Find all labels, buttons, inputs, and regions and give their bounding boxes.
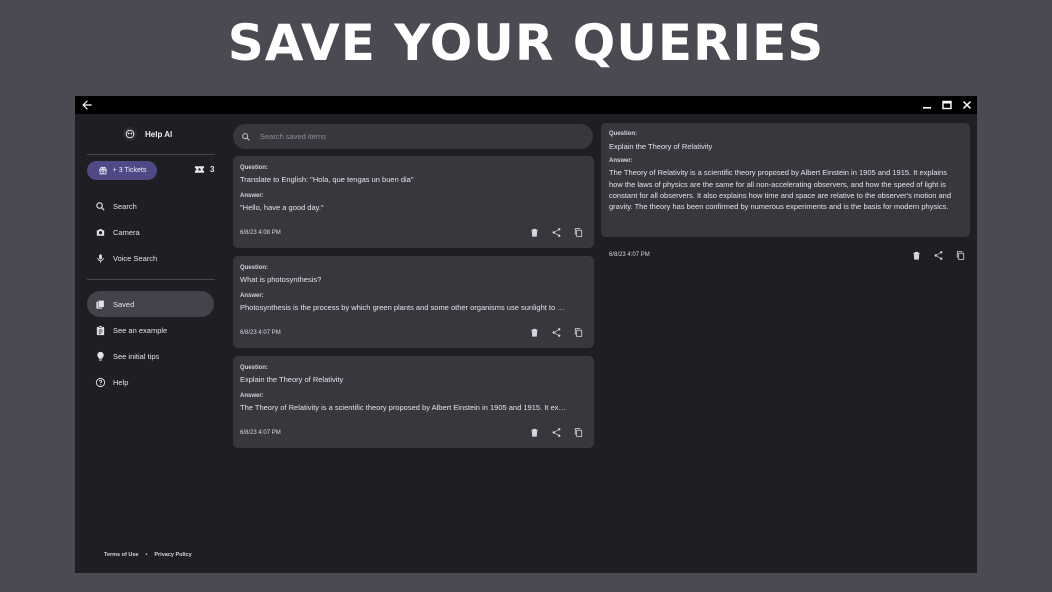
sidebar-item-see-example[interactable]: See an example	[87, 317, 214, 343]
sidebar-item-initial-tips[interactable]: See initial tips	[87, 343, 214, 369]
sidebar-item-camera[interactable]: Camera	[87, 219, 214, 245]
maximize-icon[interactable]	[941, 99, 953, 111]
query-detail-panel: Question: Explain the Theory of Relativi…	[601, 123, 970, 237]
search-bar[interactable]	[233, 124, 593, 149]
sidebar-item-label: Camera	[113, 227, 140, 237]
app-brand: Help AI	[123, 127, 172, 141]
gift-icon	[98, 166, 107, 174]
copy-icon[interactable]	[573, 327, 584, 338]
card-actions	[529, 227, 584, 238]
saved-date: 6/8/23 4:07 PM	[240, 330, 281, 336]
answer-text: "Hello, have a good day."	[240, 203, 324, 212]
question-text: Translate to English: "Hola, que tengas …	[240, 175, 414, 184]
footer-separator: •	[145, 552, 148, 558]
sidebar-item-help[interactable]: Help	[87, 369, 214, 395]
saved-icon	[96, 299, 105, 309]
saved-query-card[interactable]: Question: Explain the Theory of Relativi…	[233, 356, 594, 448]
back-arrow-icon[interactable]	[80, 98, 94, 112]
question-label: Question:	[240, 165, 268, 171]
sidebar-item-voice-search[interactable]: Voice Search	[87, 245, 214, 271]
saved-date: 6/8/23 4:07 PM	[240, 430, 281, 436]
ticket-balance: 3	[194, 165, 214, 174]
add-tickets-label: + 3 Tickets	[112, 167, 147, 174]
question-text: Explain the Theory of Relativity	[240, 375, 344, 384]
promo-headline: SAVE YOUR QUERIES	[227, 14, 825, 72]
mic-icon	[97, 253, 104, 263]
terms-link[interactable]: Terms of Use	[104, 552, 138, 558]
lightbulb-icon	[97, 351, 104, 361]
share-icon[interactable]	[551, 427, 562, 438]
answer-text: Photosynthesis is the process by which g…	[240, 303, 565, 312]
sidebar-item-search[interactable]: Search	[87, 193, 214, 219]
delete-icon[interactable]	[529, 427, 540, 438]
app-name: Help AI	[145, 129, 173, 139]
sidebar-item-label: Search	[113, 201, 137, 211]
answer-text: The Theory of Relativity is a scientific…	[609, 168, 952, 212]
question-label: Question:	[240, 265, 268, 271]
close-icon[interactable]	[961, 99, 973, 111]
saved-query-card[interactable]: Question: What is photosynthesis? Answer…	[233, 256, 594, 348]
help-icon	[95, 377, 106, 387]
footer-links: Terms of Use • Privacy Policy	[104, 552, 192, 558]
camera-icon	[96, 228, 105, 236]
search-input[interactable]	[260, 132, 560, 141]
minimize-icon[interactable]	[921, 99, 933, 111]
sidebar-item-label: See an example	[113, 325, 168, 335]
clipboard-icon	[96, 325, 105, 335]
add-tickets-button[interactable]: + 3 Tickets	[87, 161, 157, 180]
question-text: What is photosynthesis?	[240, 275, 322, 284]
sidebar-item-label: Voice Search	[113, 253, 158, 263]
search-icon	[96, 201, 105, 211]
detail-actions	[911, 250, 966, 261]
card-actions	[529, 427, 584, 438]
answer-label: Answer:	[240, 393, 264, 399]
answer-label: Answer:	[609, 158, 633, 165]
answer-label: Answer:	[240, 293, 264, 299]
sidebar-item-label: See initial tips	[113, 351, 160, 361]
title-bar	[75, 96, 977, 114]
sidebar-item-label: Saved	[113, 299, 135, 309]
delete-icon[interactable]	[529, 327, 540, 338]
sidebar-divider	[87, 154, 215, 155]
app-logo-icon	[123, 127, 137, 141]
copy-icon[interactable]	[955, 250, 966, 261]
saved-query-card[interactable]: Question: Translate to English: "Hola, q…	[233, 156, 594, 248]
saved-date: 6/8/23 4:08 PM	[240, 230, 281, 236]
question-label: Question:	[240, 365, 268, 371]
detail-date: 6/8/23 4:07 PM	[609, 252, 650, 258]
app-window: Help AI + 3 Tickets 3 Search Camera Voic…	[75, 96, 977, 573]
sidebar-item-label: Help	[113, 377, 129, 387]
card-actions	[529, 327, 584, 338]
question-text: Explain the Theory of Relativity	[609, 142, 713, 151]
copy-icon[interactable]	[573, 227, 584, 238]
answer-label: Answer:	[240, 193, 264, 199]
ticket-icon	[194, 166, 205, 173]
ticket-count: 3	[210, 165, 215, 174]
privacy-link[interactable]: Privacy Policy	[154, 552, 191, 558]
sidebar-divider	[87, 279, 215, 280]
share-icon[interactable]	[551, 227, 562, 238]
share-icon[interactable]	[551, 327, 562, 338]
search-icon	[242, 132, 250, 141]
share-icon[interactable]	[933, 250, 944, 261]
copy-icon[interactable]	[573, 427, 584, 438]
delete-icon[interactable]	[911, 250, 922, 261]
sidebar-item-saved[interactable]: Saved	[87, 291, 214, 317]
question-label: Question:	[609, 131, 637, 137]
delete-icon[interactable]	[529, 227, 540, 238]
answer-text: The Theory of Relativity is a scientific…	[240, 403, 566, 412]
sidebar: Help AI + 3 Tickets 3 Search Camera Voic…	[75, 114, 225, 573]
